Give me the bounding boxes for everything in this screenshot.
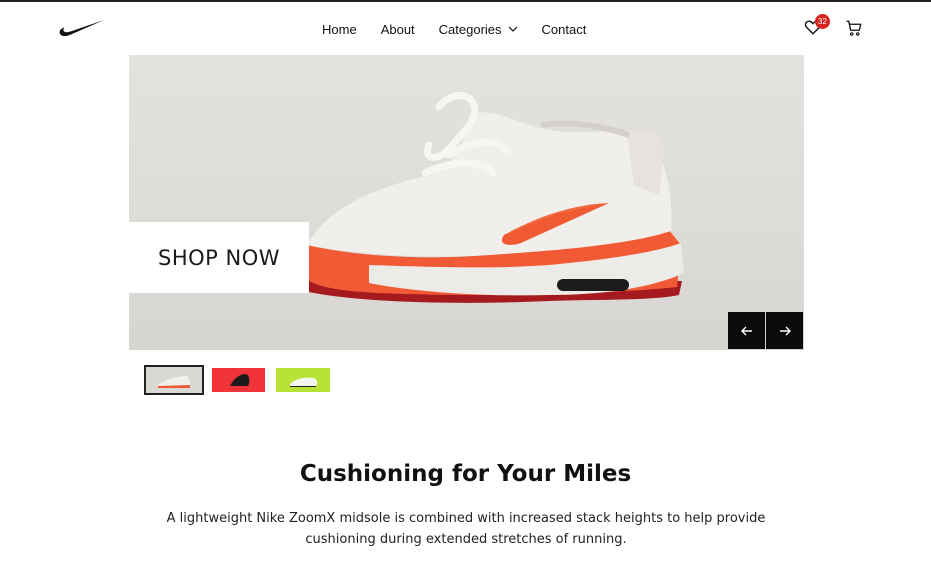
nav-contact[interactable]: Contact — [542, 22, 587, 37]
nav-categories[interactable]: Categories — [439, 22, 518, 37]
thumbnail-1[interactable] — [144, 365, 204, 395]
favorites-count-badge: 32 — [815, 14, 830, 29]
slider-prev-button[interactable] — [728, 312, 765, 349]
nike-swoosh-icon[interactable] — [58, 16, 106, 40]
thumbnail-3[interactable] — [276, 368, 330, 392]
main-nav: Home About Categories Contact — [322, 22, 586, 37]
arrow-left-icon — [740, 326, 752, 335]
chevron-down-icon — [508, 26, 517, 32]
nav-home[interactable]: Home — [322, 22, 357, 37]
slider-next-button[interactable] — [766, 312, 803, 349]
thumbnail-2[interactable] — [212, 368, 265, 392]
shop-now-label: SHOP NOW — [158, 245, 280, 270]
hero-shoe-image — [304, 92, 684, 303]
section-description: A lightweight Nike ZoomX midsole is comb… — [166, 511, 766, 547]
hero-slider: SHOP NOW — [129, 55, 804, 350]
arrow-right-icon — [779, 326, 791, 335]
nav-categories-label: Categories — [438, 22, 502, 37]
shop-now-button[interactable]: SHOP NOW — [129, 222, 309, 293]
section-heading: Cushioning for Your Miles — [299, 461, 632, 487]
nav-about[interactable]: About — [381, 22, 415, 37]
cart-icon[interactable] — [845, 19, 863, 37]
navbar: Home About Categories Contact 32 — [0, 2, 931, 54]
